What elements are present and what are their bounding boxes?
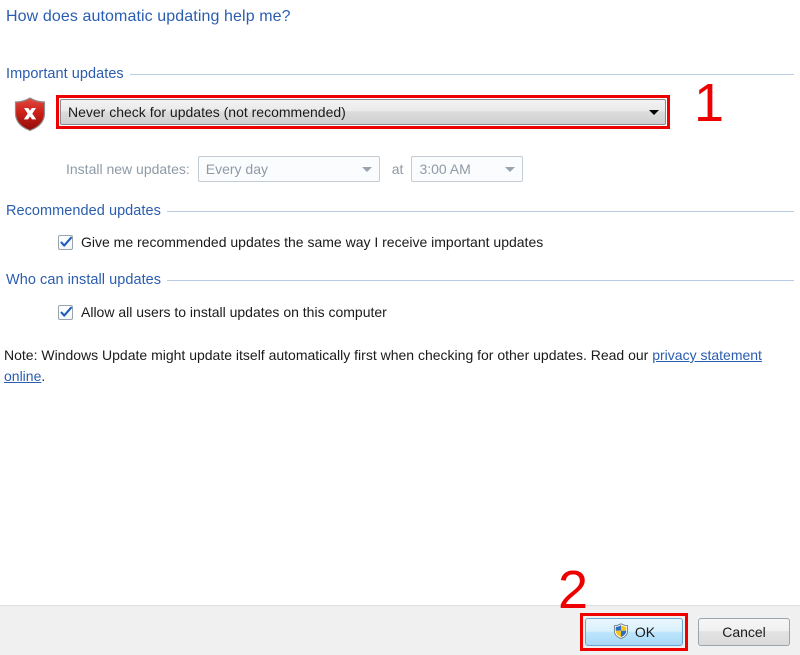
important-updates-combobox[interactable]: Never check for updates (not recommended… <box>60 99 666 125</box>
checkbox-allow-all-users[interactable] <box>58 304 73 320</box>
install-new-updates-label: Install new updates: <box>66 161 190 177</box>
group-header-recommended-updates: Recommended updates <box>6 203 794 219</box>
uac-shield-icon <box>613 622 629 642</box>
privacy-note-text-before: Note: Windows Update might update itself… <box>4 347 653 363</box>
checkbox-allow-all-users-label: Allow all users to install updates on th… <box>81 304 387 320</box>
how-does-automatic-updating-help-link[interactable]: How does automatic updating help me? <box>6 8 291 26</box>
chevron-down-icon[interactable] <box>643 109 665 115</box>
chevron-down-icon <box>355 166 379 172</box>
at-label: at <box>391 161 404 177</box>
group-header-recommended-updates-label: Recommended updates <box>6 203 161 219</box>
install-schedule-row: Install new updates: Every day at 3:00 A… <box>66 156 524 182</box>
group-header-important-updates: Important updates <box>6 66 794 82</box>
group-header-who-can-install-updates-label: Who can install updates <box>6 272 162 288</box>
dialog-content-area: How does automatic updating help me? Imp… <box>0 0 800 605</box>
privacy-note-text-after: . <box>41 368 46 384</box>
checkbox-recommended-updates-label: Give me recommended updates the same way… <box>81 234 544 250</box>
ok-button-label: OK <box>634 624 656 640</box>
cancel-button-label: Cancel <box>722 624 766 640</box>
install-time-value: 3:00 AM <box>419 161 471 177</box>
checkmark-icon <box>60 236 73 247</box>
install-frequency-value: Every day <box>205 161 268 177</box>
install-time-combobox: 3:00 AM <box>411 156 524 182</box>
chevron-down-icon <box>498 166 522 172</box>
group-header-important-updates-label: Important updates <box>6 66 124 82</box>
checkbox-recommended-updates[interactable] <box>58 234 73 250</box>
group-header-who-can-install-updates: Who can install updates <box>6 272 794 288</box>
dialog-button-bar: OK Cancel <box>0 605 800 655</box>
install-frequency-combobox: Every day <box>197 156 380 182</box>
group-header-rule <box>167 279 794 281</box>
checkmark-icon <box>60 306 73 317</box>
privacy-note: Note: Windows Update might update itself… <box>4 345 794 387</box>
annotation-step-1: 1 <box>694 73 725 133</box>
checkbox-row-recommended-updates[interactable]: Give me recommended updates the same way… <box>58 234 543 250</box>
annotation-step-2: 2 <box>558 560 589 620</box>
group-header-rule <box>166 210 794 212</box>
ok-button[interactable]: OK <box>585 618 683 646</box>
shield-error-icon <box>12 96 48 132</box>
cancel-button[interactable]: Cancel <box>698 618 790 646</box>
important-updates-combobox-value: Never check for updates (not recommended… <box>68 104 346 120</box>
checkbox-row-allow-all-users[interactable]: Allow all users to install updates on th… <box>58 304 387 320</box>
